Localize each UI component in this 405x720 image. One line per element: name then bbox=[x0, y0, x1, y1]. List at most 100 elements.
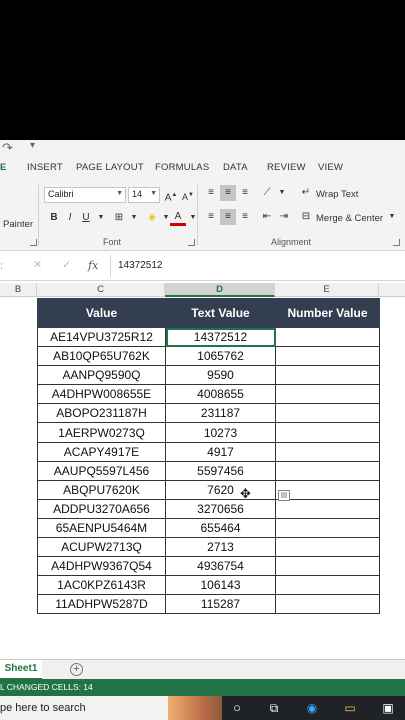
cell-value[interactable]: AE14VPU3725R12 bbox=[37, 326, 166, 348]
cell-text-value[interactable]: 4008655 bbox=[165, 384, 276, 405]
tab-review[interactable]: REVIEW bbox=[267, 162, 306, 173]
align-left-icon[interactable]: ≡ bbox=[203, 209, 219, 225]
header-number-value[interactable]: Number Value bbox=[275, 298, 380, 328]
cell-text-value[interactable]: 231187 bbox=[165, 403, 276, 424]
header-value[interactable]: Value bbox=[37, 298, 166, 328]
italic-icon[interactable]: I bbox=[62, 210, 78, 226]
column-header-e[interactable]: E bbox=[275, 283, 379, 297]
tab-view[interactable]: VIEW bbox=[318, 162, 343, 173]
add-sheet-icon[interactable]: + bbox=[70, 663, 83, 676]
tab-home[interactable]: E bbox=[0, 162, 7, 173]
enter-icon[interactable]: ✓ bbox=[62, 258, 71, 271]
column-header-b[interactable]: B bbox=[0, 283, 37, 297]
name-box-dropdown-icon[interactable]: : bbox=[0, 261, 3, 272]
cell-number-value[interactable] bbox=[275, 460, 380, 481]
cell-text-value[interactable]: 5597456 bbox=[165, 460, 276, 481]
borders-icon[interactable]: ⊞ bbox=[111, 210, 127, 226]
cell-value[interactable]: ACUPW2713Q bbox=[37, 537, 166, 558]
clipboard-launcher-icon[interactable] bbox=[30, 239, 37, 246]
cell-value[interactable]: AANPQ9590Q bbox=[37, 365, 166, 386]
chevron-down-icon[interactable]: ▼ bbox=[93, 210, 109, 226]
chevron-down-icon[interactable]: ▼ bbox=[185, 210, 201, 226]
align-bottom-icon[interactable]: ≡ bbox=[237, 185, 253, 201]
orientation-icon[interactable]: ⟋ bbox=[259, 185, 275, 201]
cell-number-value[interactable] bbox=[275, 346, 380, 367]
task-view-icon[interactable]: ⧉ bbox=[266, 700, 282, 716]
cell-number-value[interactable] bbox=[275, 365, 380, 386]
cell-value[interactable]: 65AENPU5464M bbox=[37, 517, 166, 539]
align-center-icon[interactable]: ≡ bbox=[220, 209, 236, 225]
underline-icon[interactable]: U bbox=[78, 210, 94, 226]
cell-text-value[interactable]: 655464 bbox=[165, 517, 276, 539]
redo-icon[interactable]: ↷ bbox=[2, 140, 13, 156]
alignment-launcher-icon[interactable] bbox=[393, 239, 400, 246]
font-launcher-icon[interactable] bbox=[188, 239, 195, 246]
cell-number-value[interactable] bbox=[275, 517, 380, 539]
column-header-d[interactable]: D bbox=[165, 283, 275, 297]
format-painter-button[interactable]: Painter bbox=[3, 219, 33, 230]
file-explorer-icon[interactable]: ▭ bbox=[342, 700, 358, 716]
decrease-font-icon[interactable]: A▼ bbox=[180, 187, 196, 203]
cell-text-value[interactable]: 10273 bbox=[165, 422, 276, 443]
sheet-tab-sheet1[interactable]: Sheet1 bbox=[0, 660, 42, 680]
tab-formulas[interactable]: FORMULAS bbox=[155, 162, 209, 173]
wrap-text-button[interactable]: Wrap Text bbox=[316, 189, 358, 200]
cell-number-value[interactable] bbox=[275, 498, 380, 519]
cell-text-value[interactable]: 9590 bbox=[165, 365, 276, 386]
cell-number-value[interactable] bbox=[275, 441, 380, 462]
cell-text-value[interactable]: 3270656 bbox=[165, 498, 276, 519]
font-name-select[interactable]: Calibri ▼ bbox=[44, 187, 126, 203]
increase-indent-icon[interactable]: ⇥ bbox=[276, 209, 292, 225]
quick-analysis-icon[interactable]: ▤ bbox=[278, 490, 290, 501]
cell-number-value[interactable] bbox=[275, 384, 380, 405]
cell-value[interactable]: 11ADHPW5287D bbox=[37, 594, 166, 615]
cell-value[interactable]: ABQPU7620K bbox=[37, 479, 166, 500]
cell-text-value[interactable]: 115287 bbox=[165, 594, 276, 615]
customize-toolbar-icon[interactable]: ▾ bbox=[30, 140, 35, 151]
edge-browser-icon[interactable]: ◉ bbox=[304, 700, 320, 716]
bold-icon[interactable]: B bbox=[46, 210, 62, 226]
cell-value[interactable]: ADDPU3270A656 bbox=[37, 498, 166, 519]
cell-value[interactable]: AAUPQ5597L456 bbox=[37, 460, 166, 481]
taskbar-search[interactable]: pe here to search bbox=[0, 696, 168, 720]
column-header-c[interactable]: C bbox=[37, 283, 165, 297]
decrease-indent-icon[interactable]: ⇤ bbox=[259, 209, 275, 225]
font-size-select[interactable]: 14 ▼ bbox=[128, 187, 160, 203]
align-right-icon[interactable]: ≡ bbox=[237, 209, 253, 225]
cell-number-value[interactable] bbox=[275, 403, 380, 424]
chevron-down-icon[interactable]: ▼ bbox=[384, 209, 400, 225]
cell-text-value[interactable]: 4936754 bbox=[165, 556, 276, 577]
cancel-icon[interactable]: ✕ bbox=[33, 258, 42, 271]
header-text-value[interactable]: Text Value bbox=[165, 298, 276, 328]
spreadsheet-grid[interactable]: Value Text Value Number Value AE14VPU372… bbox=[0, 297, 405, 659]
tab-page-layout[interactable]: PAGE LAYOUT bbox=[76, 162, 144, 173]
chevron-down-icon[interactable]: ▼ bbox=[274, 185, 290, 201]
cell-value[interactable]: 1AC0KPZ6143R bbox=[37, 575, 166, 596]
wrap-text-icon[interactable]: ↵ bbox=[298, 185, 314, 201]
cell-text-value[interactable]: 14372512 bbox=[165, 326, 276, 348]
cell-text-value[interactable]: 2713 bbox=[165, 537, 276, 558]
store-icon[interactable]: ▣ bbox=[380, 700, 396, 716]
insert-function-icon[interactable]: fx bbox=[88, 259, 98, 272]
cell-value[interactable]: AB10QP65U762K bbox=[37, 346, 166, 367]
cell-number-value[interactable] bbox=[275, 326, 380, 348]
cell-number-value[interactable] bbox=[275, 594, 380, 615]
font-color-icon[interactable]: A bbox=[170, 210, 186, 226]
cell-number-value[interactable] bbox=[275, 575, 380, 596]
cell-number-value[interactable] bbox=[275, 422, 380, 443]
cell-number-value[interactable] bbox=[275, 556, 380, 577]
tab-insert[interactable]: INSERT bbox=[27, 162, 63, 173]
increase-font-icon[interactable]: A▲ bbox=[163, 187, 179, 203]
align-top-icon[interactable]: ≡ bbox=[203, 185, 219, 201]
cell-value[interactable]: ACAPY4917E bbox=[37, 441, 166, 462]
cell-text-value[interactable]: 4917 bbox=[165, 441, 276, 462]
merge-center-button[interactable]: Merge & Center bbox=[316, 213, 383, 224]
cell-text-value[interactable]: 106143 bbox=[165, 575, 276, 596]
cortana-circle-icon[interactable]: ○ bbox=[229, 700, 245, 716]
cell-value[interactable]: A4DHPW9367Q54 bbox=[37, 556, 166, 577]
merge-center-icon[interactable]: ⊟ bbox=[298, 209, 314, 225]
cell-number-value[interactable] bbox=[275, 537, 380, 558]
chevron-down-icon[interactable]: ▼ bbox=[126, 210, 142, 226]
cell-text-value[interactable]: 7620 bbox=[165, 479, 276, 500]
cell-number-value[interactable] bbox=[275, 479, 380, 500]
